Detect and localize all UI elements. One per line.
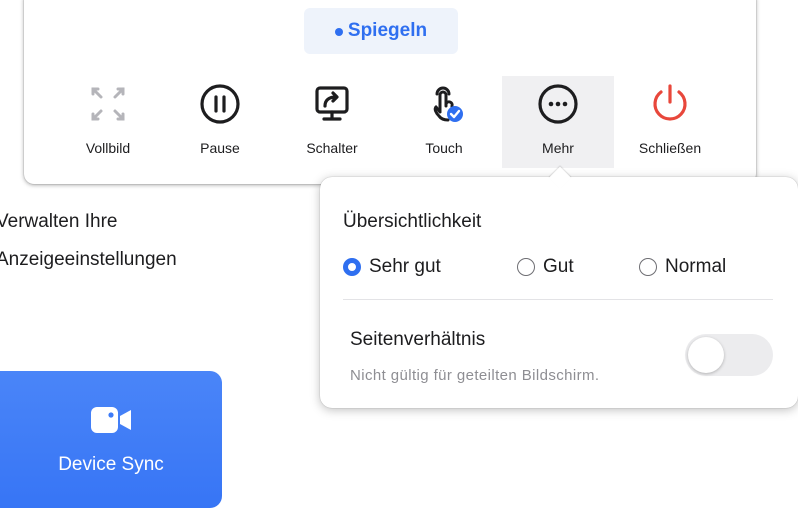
touch-button[interactable]: Touch	[388, 76, 500, 168]
fullscreen-label: Vollbild	[85, 140, 131, 156]
clarity-option-gut[interactable]: Gut	[517, 256, 574, 278]
active-dot-icon	[334, 27, 343, 36]
toggle-knob	[688, 337, 724, 373]
divider	[343, 299, 773, 300]
clarity-option-sehr-gut[interactable]: Sehr gut	[343, 256, 441, 278]
switch-screen-button[interactable]: Schalter	[276, 76, 388, 168]
radio-label: Normal	[665, 256, 727, 277]
mode-indicator-spiegeln[interactable]: Spiegeln	[304, 8, 458, 54]
clarity-title: Übersichtlichkeit	[343, 211, 482, 232]
clarity-options: Sehr gut Gut Normal	[343, 256, 783, 282]
radio-selected-icon	[343, 258, 361, 276]
power-icon	[648, 82, 692, 126]
fullscreen-button[interactable]: Vollbild	[52, 76, 164, 168]
more-options-popover: Übersichtlichkeit Sehr gut Gut Normal Se…	[320, 177, 798, 408]
device-sync-label: Device Sync	[58, 454, 164, 475]
video-camera-icon	[91, 407, 131, 433]
aspect-ratio-title: Seitenverhältnis	[350, 329, 486, 350]
device-sync-card[interactable]: Device Sync	[0, 371, 222, 508]
description-line-2: Anzeigeeinstellungen	[0, 249, 177, 270]
display-settings-description: Verwalten Ihre Anzeigeeinstellungen	[0, 203, 177, 279]
more-label: Mehr	[542, 140, 574, 156]
switch-label: Schalter	[306, 140, 358, 156]
mode-label: Spiegeln	[347, 20, 428, 41]
pause-label: Pause	[200, 140, 240, 156]
radio-empty-icon	[639, 258, 657, 276]
screen-switch-icon	[310, 82, 354, 126]
pause-button[interactable]: Pause	[164, 76, 276, 168]
description-line-1: Verwalten Ihre	[0, 211, 118, 232]
aspect-ratio-toggle[interactable]	[685, 334, 773, 376]
pause-icon	[198, 82, 242, 126]
fullscreen-icon	[86, 82, 130, 126]
radio-empty-icon	[517, 258, 535, 276]
touch-label: Touch	[425, 140, 463, 156]
radio-label: Sehr gut	[369, 256, 441, 277]
close-label: Schließen	[638, 140, 702, 156]
close-button[interactable]: Schließen	[614, 76, 726, 168]
aspect-ratio-note: Nicht gültig für geteilten Bildschirm.	[350, 367, 600, 384]
touch-icon	[422, 82, 466, 126]
more-button[interactable]: Mehr	[502, 76, 614, 168]
radio-label: Gut	[543, 256, 574, 277]
more-icon	[536, 82, 580, 126]
clarity-option-normal[interactable]: Normal	[639, 256, 726, 278]
mirror-toolbar: Spiegeln Vollbild Pause Schalter Touch M…	[24, 0, 756, 184]
